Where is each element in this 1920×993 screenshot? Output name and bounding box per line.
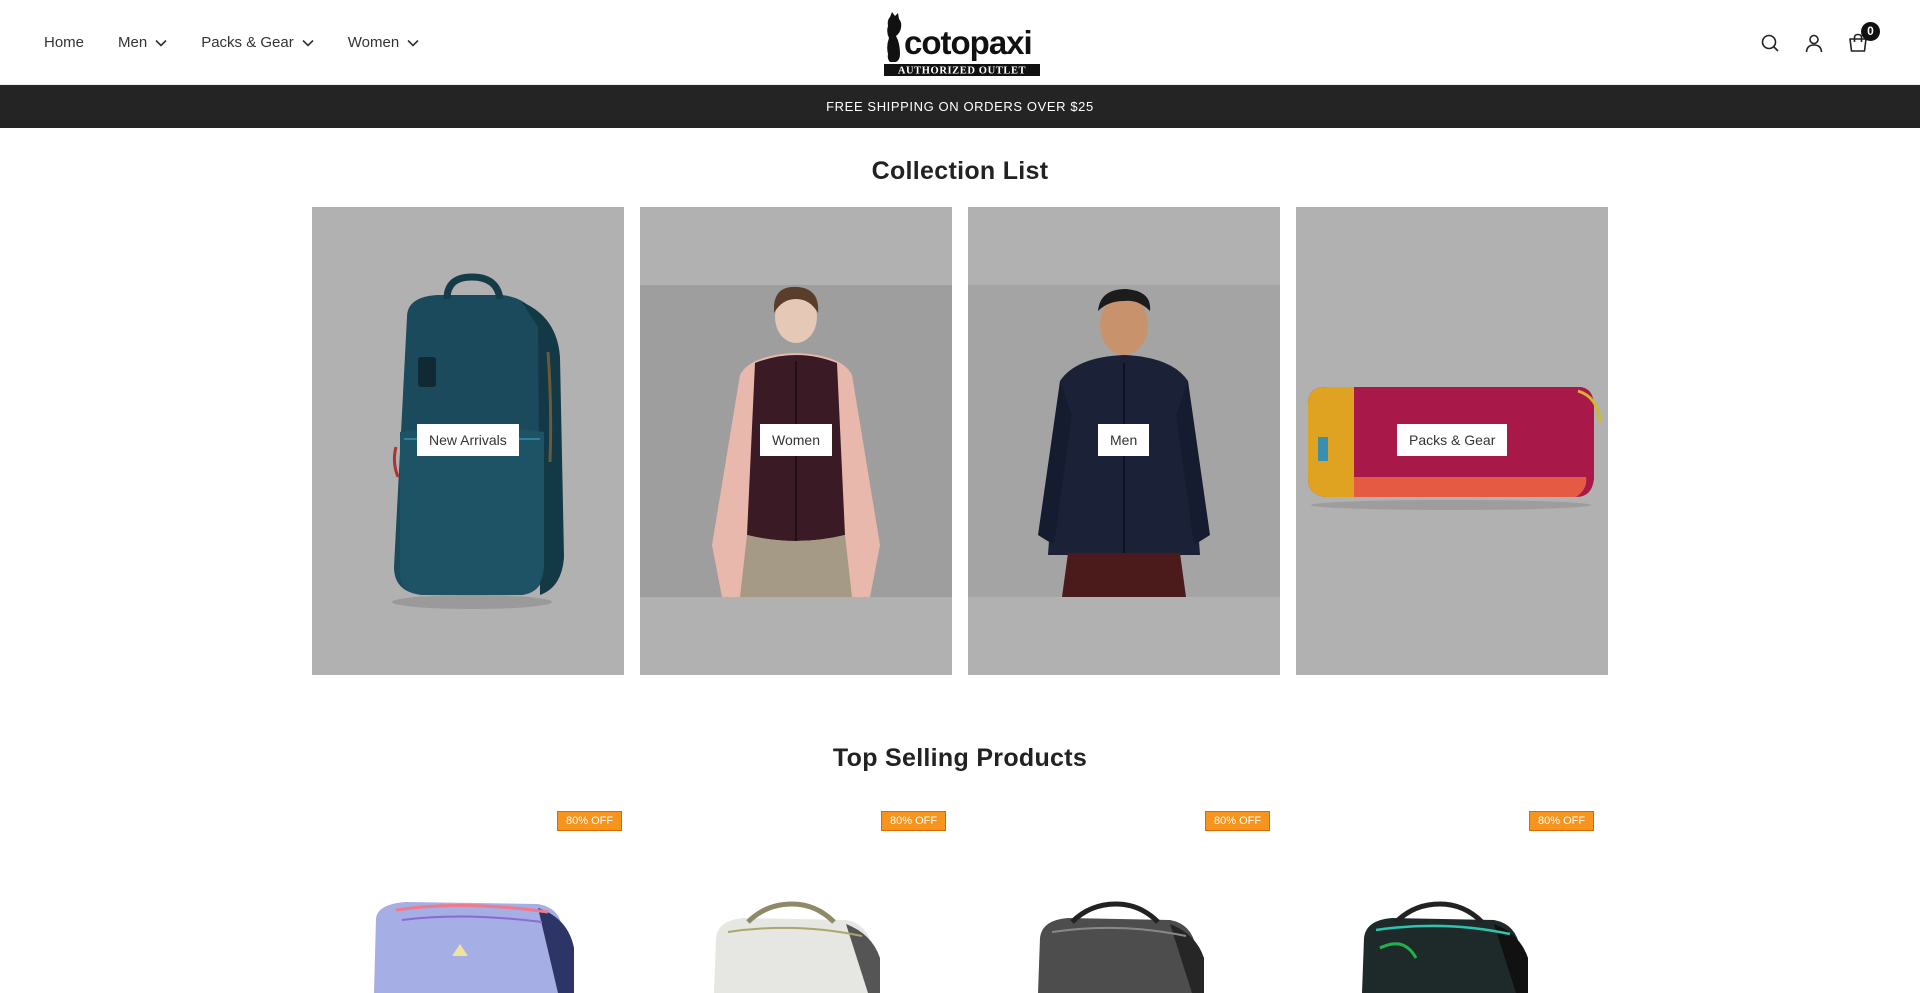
chevron-down-icon xyxy=(302,39,314,47)
search-icon[interactable] xyxy=(1760,33,1780,53)
header-icons: 0 xyxy=(1760,0,1880,85)
collection-card-new-arrivals[interactable]: New Arrivals xyxy=(312,207,624,675)
collection-card-packs-gear[interactable]: Packs & Gear xyxy=(1296,207,1608,675)
product-card[interactable]: 80% OFF xyxy=(636,808,960,993)
account-icon[interactable] xyxy=(1804,33,1824,53)
nav-item-women[interactable]: Women xyxy=(348,34,419,51)
nav-item-home[interactable]: Home xyxy=(44,34,84,51)
collection-list-title: Collection List xyxy=(871,157,1049,185)
collection-list: New Arrivals Women Men Packs & Gear xyxy=(312,207,1608,675)
product-grid: 80% OFF 80% OFF 80% OFF 80% OFF xyxy=(312,808,1608,993)
nav-item-packs-gear[interactable]: Packs & Gear xyxy=(201,34,314,51)
product-card[interactable]: 80% OFF xyxy=(1284,808,1608,993)
nav-item-label: Home xyxy=(44,34,85,51)
chevron-down-icon xyxy=(155,39,167,47)
backpack-lavender-image xyxy=(374,902,574,993)
discount-badge: 80% OFF xyxy=(1529,811,1595,831)
collection-card-women[interactable]: Women xyxy=(640,207,952,675)
discount-badge: 80% OFF xyxy=(1205,811,1271,831)
discount-badge: 80% OFF xyxy=(881,811,947,831)
nav-item-label: Packs & Gear xyxy=(201,34,294,51)
nav-item-men[interactable]: Men xyxy=(118,34,167,51)
backpack-white-image xyxy=(714,901,880,993)
collection-card-label: Packs & Gear xyxy=(1397,424,1508,456)
top-selling-title: Top Selling Products xyxy=(832,744,1088,772)
collection-card-men[interactable]: Men xyxy=(968,207,1280,675)
cart-button[interactable]: 0 xyxy=(1848,21,1880,53)
chevron-down-icon xyxy=(407,39,419,47)
nav-item-label: Women xyxy=(347,34,400,51)
discount-badge: 80% OFF xyxy=(557,811,623,831)
cart-count-badge: 0 xyxy=(1861,21,1880,41)
logo-subtitle: AUTHORIZED OUTLET xyxy=(898,66,1026,77)
nav-item-label: Men xyxy=(118,34,148,51)
backpack-black-image xyxy=(1362,901,1528,993)
llama-logo-icon: cotopaxi AUTHORIZED OUTLET xyxy=(884,12,1040,77)
site-header: Home Men Packs & Gear Women cotopaxi AUT… xyxy=(0,0,1920,85)
logo-wordmark: cotopaxi xyxy=(904,24,1032,61)
collection-card-label: Men xyxy=(1098,424,1150,456)
collection-card-label: Women xyxy=(760,424,832,456)
site-logo[interactable]: cotopaxi AUTHORIZED OUTLET xyxy=(882,10,1042,77)
product-card[interactable]: 80% OFF xyxy=(312,808,636,993)
announcement-text: FREE SHIPPING ON ORDERS OVER $25 xyxy=(826,99,1094,114)
product-card[interactable]: 80% OFF xyxy=(960,808,1284,993)
backpack-grey-image xyxy=(1038,901,1204,993)
main-nav: Home Men Packs & Gear Women xyxy=(44,0,453,85)
collection-card-label: New Arrivals xyxy=(417,424,519,456)
announcement-bar: FREE SHIPPING ON ORDERS OVER $25 xyxy=(0,85,1920,128)
